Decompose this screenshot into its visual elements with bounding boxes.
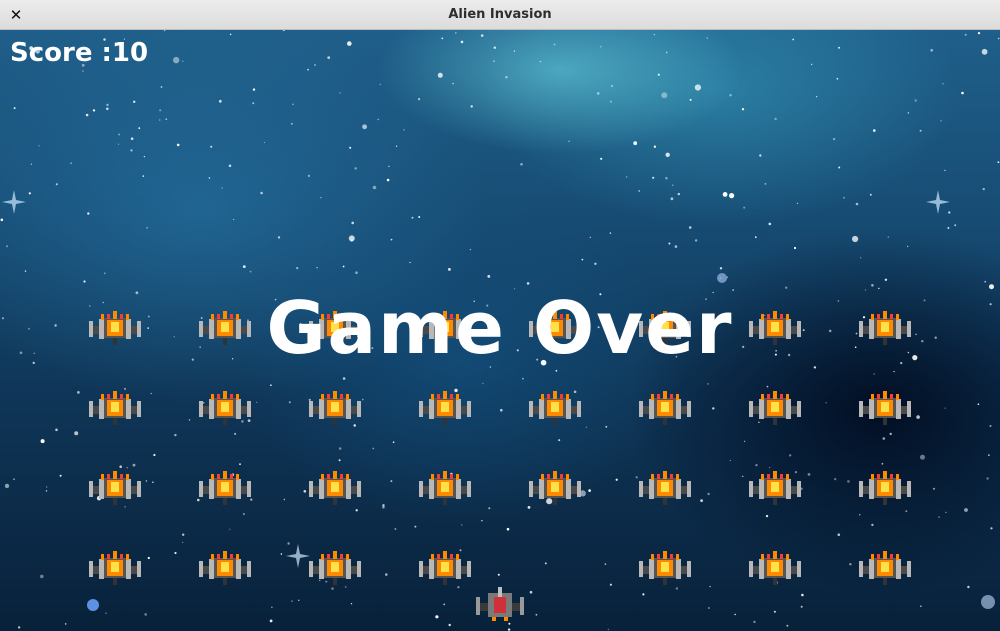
player-ship-icon xyxy=(476,587,524,621)
game-window: ✕ Alien Invasion Score :10 Game Over xyxy=(0,0,1000,631)
alien-icon xyxy=(527,388,583,428)
score-display: Score :10 xyxy=(10,38,149,68)
game-canvas[interactable]: Score :10 Game Over xyxy=(0,30,1000,631)
alien-icon xyxy=(87,468,143,508)
alien-icon xyxy=(417,548,473,588)
window-title: Alien Invasion xyxy=(448,7,552,22)
alien-icon xyxy=(87,548,143,588)
alien-icon xyxy=(747,548,803,588)
alien-icon xyxy=(307,548,363,588)
alien-icon xyxy=(857,388,913,428)
alien-icon xyxy=(857,468,913,508)
alien-icon xyxy=(197,468,253,508)
alien-icon xyxy=(307,388,363,428)
alien-icon xyxy=(637,468,693,508)
alien-icon xyxy=(637,388,693,428)
game-over-text: Game Over xyxy=(266,286,734,370)
alien-icon xyxy=(87,388,143,428)
alien-icon xyxy=(747,468,803,508)
alien-icon xyxy=(197,548,253,588)
alien-icon xyxy=(527,468,583,508)
alien-icon xyxy=(747,388,803,428)
title-bar: ✕ Alien Invasion xyxy=(0,0,1000,30)
alien-icon xyxy=(417,468,473,508)
alien-icon xyxy=(307,468,363,508)
alien-icon xyxy=(417,388,473,428)
alien-icon xyxy=(197,388,253,428)
alien-icon xyxy=(637,548,693,588)
alien-icon xyxy=(857,548,913,588)
